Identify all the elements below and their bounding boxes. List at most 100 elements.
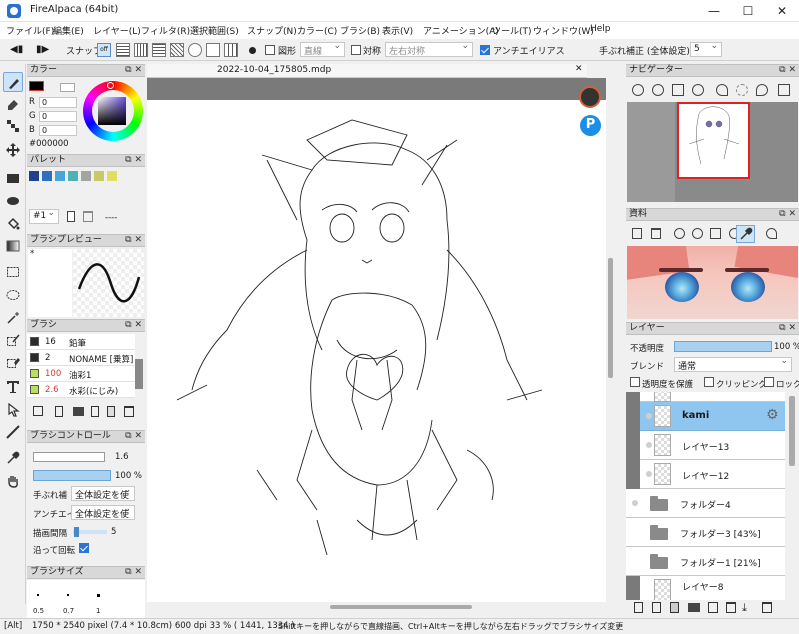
zoom-out-icon[interactable]	[652, 84, 664, 96]
new-layer-1bit-icon[interactable]	[670, 602, 679, 613]
ref-fit-icon[interactable]	[710, 228, 721, 239]
symmetry-checkbox[interactable]	[351, 45, 361, 55]
zoom-fit-icon[interactable]	[672, 84, 684, 96]
select-rect-tool-icon[interactable]	[3, 262, 23, 282]
select-pen-tool-icon[interactable]	[3, 330, 23, 350]
operation-tool-icon[interactable]	[3, 400, 23, 420]
brush-antialias-select[interactable]: 全体設定を使	[71, 504, 135, 520]
hand-tool-icon[interactable]	[3, 471, 23, 491]
eraser-tool-icon[interactable]	[3, 94, 23, 114]
select-eraser-tool-icon[interactable]	[3, 352, 23, 372]
panel-float-close-icon[interactable]: ⧉ ✕	[125, 155, 142, 166]
protect-alpha-checkbox[interactable]	[630, 377, 640, 387]
brush-size-option[interactable]: 0.5	[33, 607, 44, 615]
ref-delete-icon[interactable]	[651, 228, 661, 239]
menu-edit[interactable]: 編集(E)	[53, 24, 84, 37]
clipping-checkbox[interactable]	[704, 377, 714, 387]
panel-float-close-icon[interactable]: ⧉ ✕	[125, 431, 142, 442]
delete-layer-icon[interactable]	[762, 602, 772, 613]
new-layer-icon[interactable]	[634, 602, 643, 613]
alpaca-icon[interactable]	[579, 86, 601, 108]
brush-folder-icon[interactable]	[73, 407, 84, 416]
layer-visibility-icon[interactable]	[646, 413, 652, 419]
brush-save-icon[interactable]	[33, 406, 43, 416]
layer-row-selected[interactable]: kami ⚙	[640, 402, 785, 431]
ref-zoom-out-icon[interactable]	[692, 228, 703, 239]
dot-tool-icon[interactable]	[3, 116, 23, 136]
snap-curve-icon[interactable]	[206, 43, 220, 57]
brush-duplicate-icon[interactable]	[91, 406, 99, 417]
maximize-button[interactable]: ☐	[731, 0, 765, 22]
menu-help[interactable]: Help	[590, 24, 611, 34]
navigator-preview[interactable]	[627, 102, 798, 202]
panel-float-close-icon[interactable]: ⧉ ✕	[125, 567, 142, 578]
panel-float-close-icon[interactable]: ⧉ ✕	[125, 320, 142, 331]
secondary-color-swatch[interactable]	[60, 83, 75, 92]
palette-swatch[interactable]	[107, 171, 117, 181]
pixiv-icon[interactable]: P	[580, 115, 601, 136]
brush-size-slider[interactable]	[33, 452, 105, 462]
duplicate-layer-icon[interactable]	[708, 602, 718, 613]
brush-interval-slider[interactable]	[73, 527, 107, 537]
layer-row[interactable]	[640, 392, 785, 402]
snap-parallel-icon[interactable]	[116, 43, 130, 57]
layer-row[interactable]: レイヤー13	[640, 431, 785, 460]
palette-swatch[interactable]	[55, 171, 65, 181]
color-wheel[interactable]	[83, 81, 143, 141]
hue-handle[interactable]	[107, 82, 114, 89]
canvas-vertical-scrollbar[interactable]	[606, 78, 616, 602]
rotate-left-icon[interactable]	[716, 84, 728, 96]
reference-image[interactable]	[627, 246, 798, 319]
primary-color-swatch[interactable]	[29, 81, 44, 91]
new-layer-8bit-icon[interactable]	[652, 602, 661, 613]
magic-wand-tool-icon[interactable]	[3, 308, 23, 328]
new-folder-icon[interactable]	[688, 603, 700, 612]
menu-view[interactable]: 表示(V)	[382, 24, 413, 37]
rotate-reset-icon[interactable]	[736, 84, 748, 96]
next-frame-icon[interactable]: ▮▶	[36, 44, 49, 55]
layer-settings-gear-icon[interactable]: ⚙	[766, 407, 779, 423]
brush-rotate-checkbox[interactable]	[79, 543, 89, 553]
g-field[interactable]: 0	[39, 111, 77, 122]
fill-rect-tool-icon[interactable]	[3, 168, 23, 188]
bucket-tool-icon[interactable]	[3, 214, 23, 234]
menu-filter[interactable]: フィルタ(R)	[141, 24, 190, 37]
snap-point-icon[interactable]	[249, 47, 256, 54]
panel-float-close-icon[interactable]: ⧉ ✕	[125, 235, 142, 246]
snap-3d-icon[interactable]	[224, 43, 238, 57]
layer-opacity-slider[interactable]	[674, 341, 772, 352]
zoom-actual-icon[interactable]	[692, 84, 704, 96]
brush-copy-icon[interactable]	[107, 406, 115, 417]
brush-item[interactable]: 2 NONAME [乗算]	[27, 350, 135, 366]
snap-off-button[interactable]: off	[97, 43, 111, 57]
palette-swatch[interactable]	[68, 171, 78, 181]
layer-blend-select[interactable]: 通常	[674, 356, 792, 372]
symmetry-select[interactable]: 左右対称	[385, 41, 473, 57]
canvas-horizontal-scrollbar[interactable]	[147, 602, 612, 612]
rotate-right-icon[interactable]	[756, 84, 768, 96]
layer-visibility-icon[interactable]	[632, 500, 638, 506]
merge-down-icon[interactable]: ⤓	[742, 602, 747, 613]
shape-select[interactable]: 直線	[300, 41, 345, 57]
layer-row[interactable]: レイヤー12	[640, 460, 785, 489]
menu-color[interactable]: カラー(C)	[297, 24, 337, 37]
move-tool-icon[interactable]	[3, 140, 23, 160]
layer-visibility-icon[interactable]	[646, 471, 652, 477]
panel-float-close-icon[interactable]: ⧉ ✕	[779, 209, 796, 220]
prev-frame-icon[interactable]: ◀▮	[10, 44, 23, 55]
flip-icon[interactable]	[778, 84, 790, 96]
eyedropper-tool-icon[interactable]	[3, 448, 23, 468]
layer-row[interactable]: レイヤー8	[640, 576, 785, 600]
brush-list-scrollbar[interactable]	[135, 359, 143, 389]
new-palette-icon[interactable]	[67, 211, 75, 222]
snap-grid-icon[interactable]	[134, 43, 148, 57]
folder-row[interactable]: フォルダー3 [43%]	[626, 518, 785, 547]
document-tab[interactable]: 2022-10-04_175805.mdp ✕	[147, 64, 587, 78]
ref-open-icon[interactable]	[632, 228, 642, 239]
lasso-select-tool-icon[interactable]	[3, 285, 23, 305]
panel-float-close-icon[interactable]: ⧉ ✕	[125, 65, 142, 76]
r-field[interactable]: 0	[39, 97, 77, 108]
menu-selection[interactable]: 選択範囲(S)	[190, 24, 239, 37]
layer-list-scrollbar[interactable]	[785, 392, 799, 600]
ref-rotate-icon[interactable]	[766, 228, 777, 239]
